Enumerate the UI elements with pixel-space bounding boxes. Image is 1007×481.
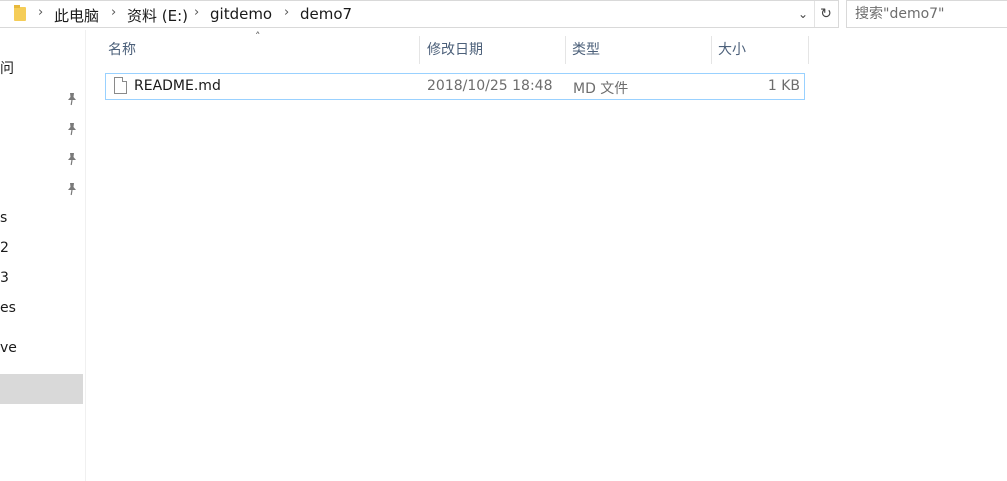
- nav-item-selected[interactable]: [0, 374, 83, 404]
- refresh-icon[interactable]: ↻: [814, 1, 837, 27]
- breadcrumb-demo7[interactable]: demo7: [300, 5, 352, 23]
- column-divider[interactable]: [419, 36, 420, 64]
- file-modified: 2018/10/25 18:48: [427, 78, 553, 94]
- column-header-name[interactable]: 名称: [102, 36, 420, 64]
- breadcrumb-separator-icon[interactable]: ›: [38, 5, 43, 20]
- chevron-down-icon[interactable]: ⌄: [794, 5, 812, 23]
- search-box[interactable]: [846, 0, 1007, 28]
- nav-item-label[interactable]: ve: [0, 340, 17, 356]
- pin-icon[interactable]: [66, 122, 78, 136]
- navigation-pane[interactable]: 问 s 2 3 es ve: [0, 30, 86, 481]
- file-size: 1 KB: [767, 78, 800, 94]
- breadcrumb-separator-icon[interactable]: ›: [111, 5, 116, 20]
- file-name[interactable]: README.md: [134, 78, 221, 94]
- column-header-size[interactable]: 大小: [712, 36, 808, 64]
- nav-item-label[interactable]: 3: [0, 270, 9, 286]
- nav-item-label[interactable]: es: [0, 300, 16, 316]
- nav-item-label[interactable]: s: [0, 210, 7, 226]
- column-divider[interactable]: [808, 36, 809, 64]
- breadcrumb-separator-icon[interactable]: ›: [194, 5, 199, 20]
- nav-item-label[interactable]: 2: [0, 240, 9, 256]
- column-header-type[interactable]: 类型: [566, 36, 710, 64]
- pin-icon[interactable]: [66, 152, 78, 166]
- column-header-modified[interactable]: 修改日期: [421, 36, 565, 64]
- document-icon: [114, 77, 127, 94]
- file-type: MD 文件: [573, 81, 629, 97]
- address-bar[interactable]: › 此电脑 › 资料 (E:) › gitdemo › demo7 ⌄ ↻: [0, 0, 839, 28]
- breadcrumb-this-pc[interactable]: 此电脑: [54, 5, 99, 26]
- file-row[interactable]: README.md 2018/10/25 18:48 MD 文件 1 KB: [105, 73, 805, 100]
- breadcrumb-separator-icon[interactable]: ›: [284, 5, 289, 20]
- pin-icon[interactable]: [66, 92, 78, 106]
- search-input[interactable]: [855, 2, 1005, 26]
- breadcrumb-gitdemo[interactable]: gitdemo: [210, 5, 272, 23]
- breadcrumb-drive-e[interactable]: 资料 (E:): [127, 5, 188, 26]
- folder-icon: [14, 5, 26, 21]
- nav-item-label[interactable]: 问: [0, 58, 14, 78]
- pin-icon[interactable]: [66, 182, 78, 196]
